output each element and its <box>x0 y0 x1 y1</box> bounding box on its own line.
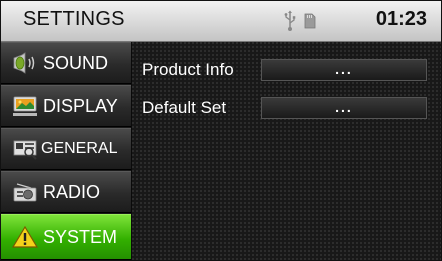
sidebar-item-label: GENERAL <box>41 140 118 157</box>
sidebar: SOUND DISPLAY GENERAL RADIO SYSTEM <box>1 42 131 260</box>
settings-screen: SETTINGS 01:23 SOUND DISPLAY GENERAL RAD… <box>0 0 442 261</box>
default-set-button[interactable]: ... <box>261 97 427 119</box>
product-info-label: Product Info <box>142 60 234 79</box>
sd-card-icon <box>304 13 316 29</box>
product-info-button[interactable]: ... <box>261 59 427 81</box>
sidebar-item-label: SYSTEM <box>43 227 118 247</box>
display-icon <box>13 96 37 116</box>
sidebar-item-label: DISPLAY <box>43 96 118 116</box>
sidebar-item-label: RADIO <box>43 182 101 202</box>
sidebar-item-display[interactable]: DISPLAY <box>1 85 131 127</box>
sidebar-item-system[interactable]: SYSTEM <box>1 214 131 260</box>
warning-icon <box>11 225 39 248</box>
sidebar-item-general[interactable]: GENERAL <box>1 128 131 170</box>
usb-icon <box>284 10 296 31</box>
clock: 01:23 <box>375 8 427 30</box>
sidebar-item-sound[interactable]: SOUND <box>1 42 131 84</box>
general-icon <box>13 140 37 160</box>
default-set-label: Default Set <box>142 98 227 117</box>
status-bar: SETTINGS 01:23 <box>1 1 441 42</box>
sidebar-item-radio[interactable]: RADIO <box>1 171 131 213</box>
sidebar-item-label: SOUND <box>43 53 109 73</box>
page-title: SETTINGS <box>23 8 125 30</box>
system-settings-panel: Product Info ... Default Set ... <box>132 42 441 260</box>
radio-icon <box>13 183 37 202</box>
speaker-icon <box>13 52 35 74</box>
